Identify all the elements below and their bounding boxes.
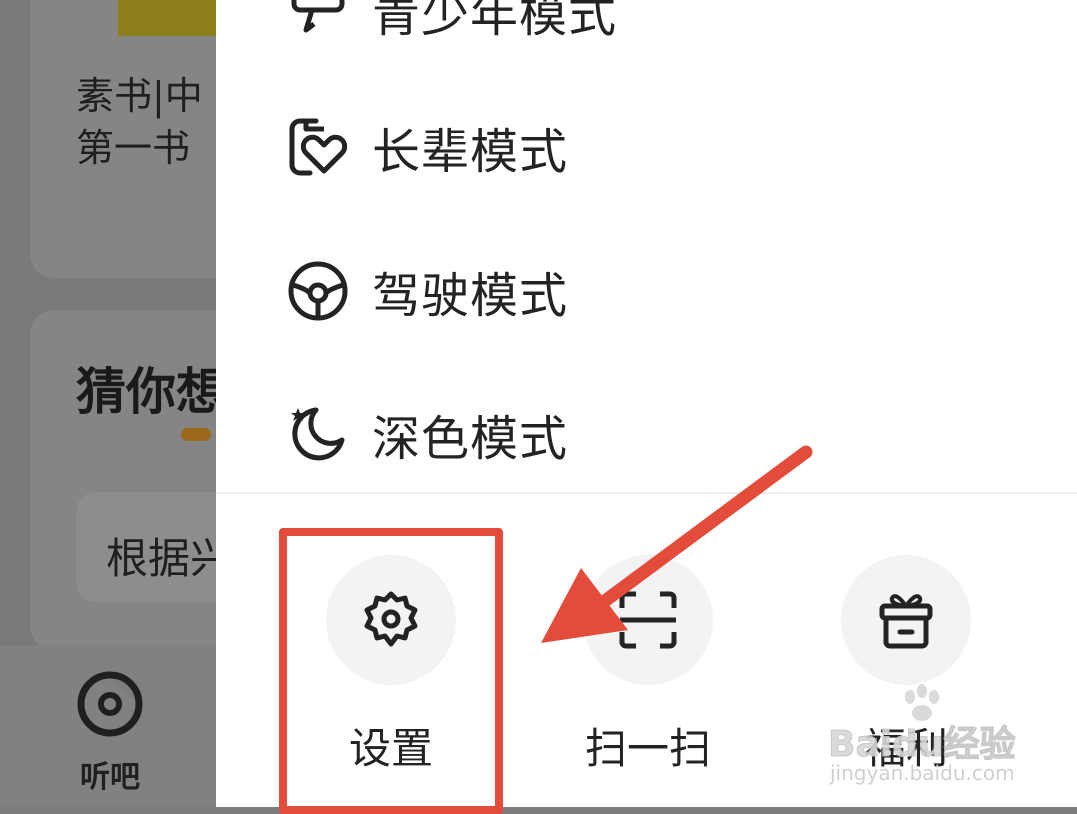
benefits-button[interactable]: 福利 xyxy=(826,555,986,773)
tab-listen-label: 听吧 xyxy=(80,760,140,795)
baidu-watermark: Baidu经验 jingyan.baidu.com xyxy=(827,684,1028,805)
menu-item-label: 青少年模式 xyxy=(372,0,618,43)
menu-item-dark-mode[interactable]: 深色模式 xyxy=(286,398,568,470)
menu-item-label: 长辈模式 xyxy=(372,124,569,180)
watermark-text: Baidu经验 xyxy=(827,724,1016,766)
teen-mode-icon xyxy=(291,0,345,33)
book-cover xyxy=(118,0,216,36)
scan-icon-circle xyxy=(583,555,713,685)
music-disc-icon xyxy=(77,671,143,737)
scan-icon xyxy=(619,591,677,649)
menu-item-driving-mode[interactable]: 驾驶模式 xyxy=(286,255,568,327)
menu-item-label: 深色模式 xyxy=(372,411,569,467)
section-indicator xyxy=(181,428,211,441)
section-title: 猜你想 xyxy=(76,363,216,421)
watermark-url: jingyan.baidu.com xyxy=(830,761,1015,785)
book-title: 素书|中 第一书 xyxy=(76,74,203,170)
scan-label: 扫一扫 xyxy=(584,724,711,773)
menu-item-elder-mode[interactable]: 长辈模式 xyxy=(286,111,568,183)
scan-button[interactable]: 扫一扫 xyxy=(568,555,728,773)
menu-item-label: 驾驶模式 xyxy=(372,268,569,324)
annotation-highlight-box xyxy=(279,528,503,814)
moon-star-icon xyxy=(291,407,345,461)
filter-chip-label: 根据兴 xyxy=(106,534,216,583)
benefits-icon-circle xyxy=(841,555,971,685)
menu-divider xyxy=(216,492,1077,494)
menu-item-teen-mode[interactable]: 青少年模式 xyxy=(286,0,617,46)
background-app: 素书|中 第一书 猜你想 根据兴 听吧 xyxy=(0,0,216,807)
steering-wheel-icon xyxy=(288,261,348,321)
elder-heart-icon xyxy=(289,118,348,176)
gift-icon xyxy=(879,594,933,649)
